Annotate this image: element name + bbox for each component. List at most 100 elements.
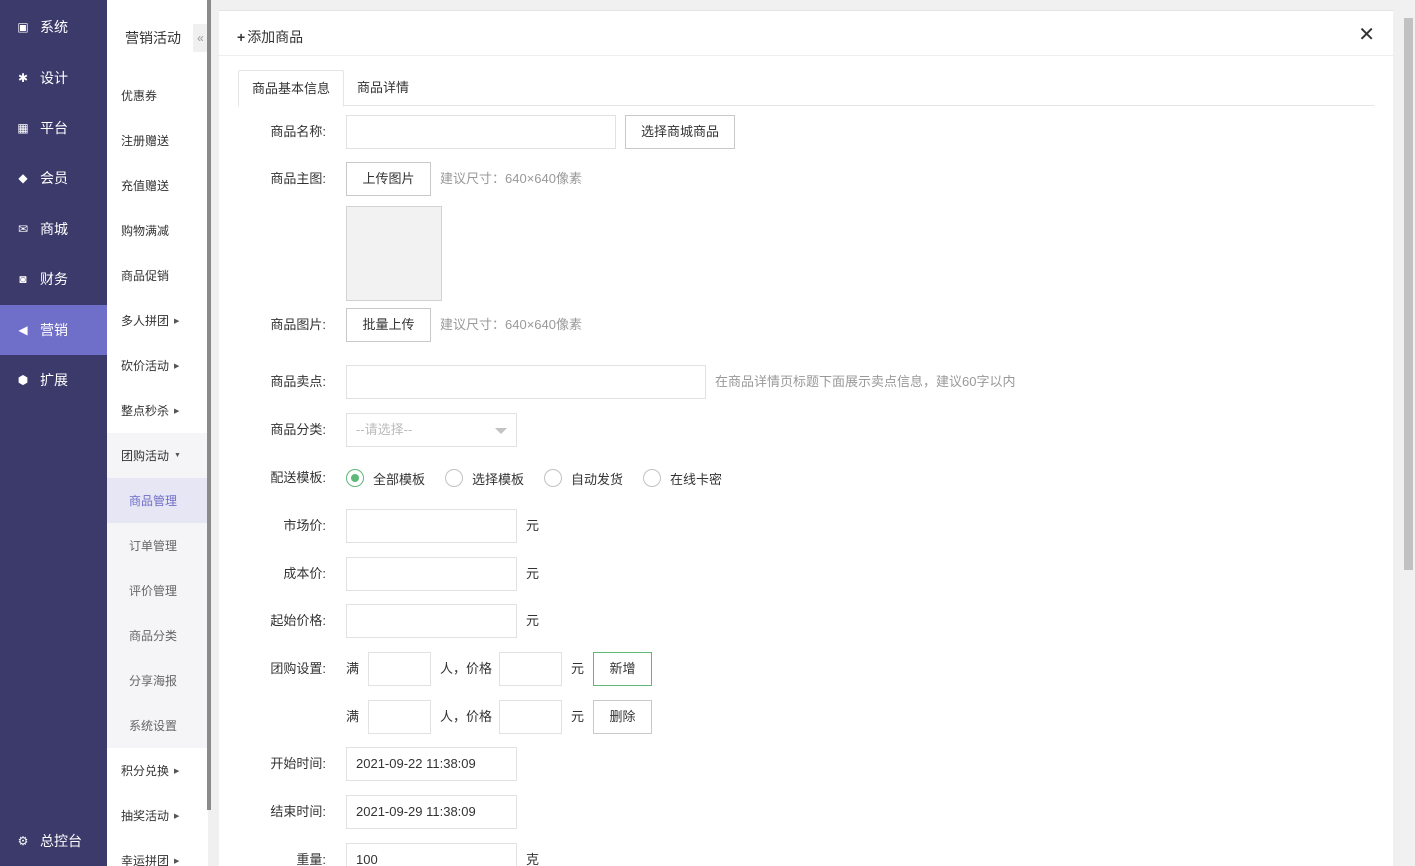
caret-right-icon: ▶ (174, 407, 180, 415)
menu-item-label: 商品管理 (129, 494, 178, 508)
delivery-template-label: 配送模板: (270, 470, 326, 485)
group-min-prefix: 满 (346, 709, 360, 724)
radio-circle (544, 469, 562, 487)
menu-item-register-gift[interactable]: 注册赠送 (107, 118, 208, 163)
nav-item-label: 总控台 (40, 833, 82, 849)
submenu-item-reviews[interactable]: 评价管理 (107, 568, 208, 613)
caret-right-icon: ▶ (174, 767, 180, 775)
weight-unit: 克 (526, 852, 540, 866)
menu-item-coupon[interactable]: 优惠券 (107, 73, 208, 118)
group-people-input[interactable] (368, 700, 431, 734)
nav-item-design[interactable]: ✱ 设计 (0, 53, 107, 103)
caret-right-icon: ▶ (174, 857, 180, 865)
nav-item-label: 营销 (40, 322, 68, 338)
batch-upload-button[interactable]: 批量上传 (346, 308, 431, 342)
menu-item-points-exchange[interactable]: 积分兑换 ▶ (107, 748, 208, 793)
menu-item-label: 订单管理 (129, 539, 178, 553)
tab-goods-detail[interactable]: 商品详情 (344, 70, 422, 107)
nav-item-mall[interactable]: ✉ 商城 (0, 204, 107, 254)
category-label: 商品分类: (270, 422, 326, 437)
menu-item-lottery[interactable]: 抽奖活动 ▶ (107, 793, 208, 838)
menu-item-group-purchase[interactable]: 团购活动 ▼ (107, 433, 208, 478)
menu-item-label: 充值赠送 (121, 179, 170, 193)
submenu-item-goods[interactable]: 商品管理 (107, 478, 208, 523)
submenu-item-settings[interactable]: 系统设置 (107, 703, 208, 748)
start-price-label: 起始价格: (270, 613, 326, 628)
grid-icon: ▦ (17, 121, 29, 135)
weight-input[interactable]: 100 (346, 843, 517, 866)
market-price-input[interactable] (346, 509, 517, 543)
cost-price-input[interactable] (346, 557, 517, 591)
menu-item-lucky-group[interactable]: 幸运拼团 ▶ (107, 838, 208, 866)
page-scrollbar[interactable] (1401, 0, 1415, 866)
group-price-unit: 元 (571, 661, 585, 676)
menu-item-recharge-gift[interactable]: 充值赠送 (107, 163, 208, 208)
divider (219, 55, 1393, 56)
main-image-size-hint: 建议尺寸：640×640像素 (440, 171, 582, 186)
nav-item-label: 财务 (40, 271, 68, 287)
select-mall-goods-button[interactable]: 选择商城商品 (625, 115, 735, 149)
upload-image-button[interactable]: 上传图片 (346, 162, 431, 196)
nav-item-platform[interactable]: ▦ 平台 (0, 103, 107, 153)
submenu-item-orders[interactable]: 订单管理 (107, 523, 208, 568)
nav-item-label: 设计 (40, 70, 68, 86)
nav-item-finance[interactable]: ◙ 财务 (0, 254, 107, 304)
add-group-tier-button[interactable]: 新增 (593, 652, 652, 686)
submenu-item-categories[interactable]: 商品分类 (107, 613, 208, 658)
group-people-input[interactable] (368, 652, 431, 686)
menu-item-label: 购物满减 (121, 224, 170, 238)
submenu-item-poster[interactable]: 分享海报 (107, 658, 208, 703)
close-icon[interactable]: ✕ (1358, 25, 1375, 45)
tab-basic-info[interactable]: 商品基本信息 (238, 70, 345, 107)
radio-auto-delivery[interactable]: 自动发货 (544, 461, 623, 495)
menu-item-full-reduction[interactable]: 购物满减 (107, 208, 208, 253)
menu-item-label: 优惠券 (121, 89, 158, 103)
selling-point-input[interactable] (346, 365, 706, 399)
start-time-label: 开始时间: (270, 756, 326, 771)
menu-item-group-buy-multi[interactable]: 多人拼团 ▶ (107, 298, 208, 343)
category-select[interactable]: --请选择-- (346, 413, 517, 447)
menu-item-label: 系统设置 (129, 719, 178, 733)
delete-group-tier-button[interactable]: 删除 (593, 700, 652, 734)
nav-item-system[interactable]: ▣ 系统 (0, 2, 107, 52)
main-image-label: 商品主图: (270, 171, 326, 186)
radio-circle (445, 469, 463, 487)
radio-all-templates[interactable]: 全部模板 (346, 461, 425, 495)
envelope-icon: ✉ (17, 222, 29, 236)
sidebar-scrollbar[interactable] (207, 0, 211, 810)
menu-item-flash-sale[interactable]: 整点秒杀 ▶ (107, 388, 208, 433)
start-time-input[interactable]: 2021-09-22 11:38:09 (346, 747, 517, 781)
nav-item-member[interactable]: ◆ 会员 (0, 153, 107, 203)
menu-item-bargain[interactable]: 砍价活动 ▶ (107, 343, 208, 388)
nav-item-label: 平台 (40, 120, 68, 136)
menu-item-label: 整点秒杀 (121, 404, 170, 418)
nav-item-extension[interactable]: ⬢ 扩展 (0, 355, 107, 405)
collapse-sidebar-button[interactable]: « (193, 24, 208, 52)
menu-item-label: 分享海报 (129, 674, 178, 688)
start-price-input[interactable] (346, 604, 517, 638)
nav-item-label: 会员 (40, 170, 68, 186)
end-time-input[interactable]: 2021-09-29 11:38:09 (346, 795, 517, 829)
scrollbar-thumb[interactable] (1404, 18, 1413, 570)
radio-label: 自动发货 (571, 471, 624, 487)
radio-label: 选择模板 (472, 471, 525, 487)
menu-item-label: 团购活动 (121, 449, 170, 463)
nav-item-dashboard[interactable]: ⚙ 总控台 (0, 816, 107, 866)
menu-item-label: 商品分类 (129, 629, 178, 643)
menu-item-label: 抽奖活动 (121, 809, 170, 823)
start-price-unit: 元 (526, 613, 540, 628)
radio-online-card[interactable]: 在线卡密 (643, 461, 722, 495)
nav-item-marketing[interactable]: ◀ 营销 (0, 305, 107, 355)
main-image-preview[interactable] (346, 206, 442, 301)
group-price-input[interactable] (499, 700, 562, 734)
group-people-suffix: 人，价格 (440, 661, 493, 676)
caret-right-icon: ▶ (174, 812, 180, 820)
goods-name-input[interactable] (346, 115, 616, 149)
cashbox-icon: ◙ (19, 272, 27, 286)
group-people-suffix: 人，价格 (440, 709, 493, 724)
market-price-unit: 元 (526, 518, 540, 533)
menu-item-promotion[interactable]: 商品促销 (107, 253, 208, 298)
radio-select-template[interactable]: 选择模板 (445, 461, 524, 495)
group-price-input[interactable] (499, 652, 562, 686)
category-placeholder: --请选择-- (356, 422, 413, 437)
